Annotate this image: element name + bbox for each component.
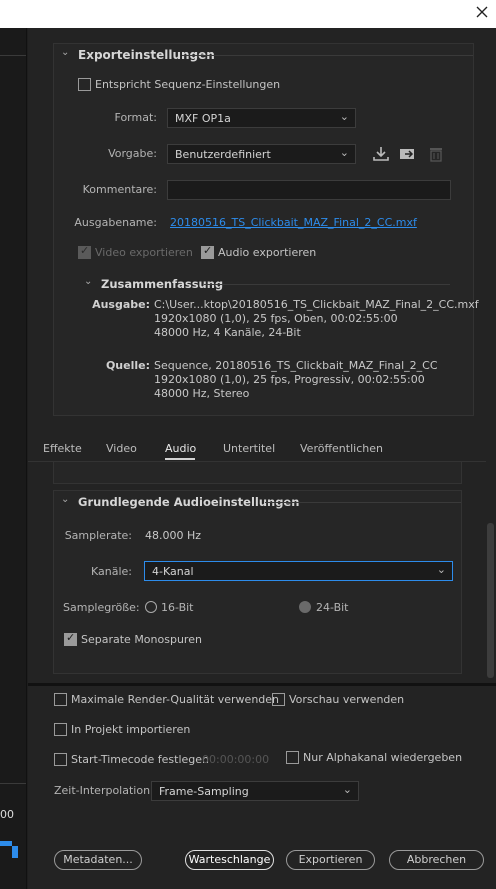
divider xyxy=(204,284,450,285)
queue-button[interactable]: Warteschlange xyxy=(185,850,274,870)
divider xyxy=(182,55,473,56)
import-into-project-label: In Projekt importieren xyxy=(71,723,191,736)
tab-publish[interactable]: Veröffentlichen xyxy=(300,442,383,455)
download-icon xyxy=(373,147,389,161)
background-window-edge: 00 xyxy=(0,28,27,889)
output-name-link[interactable]: 20180516_TS_Clickbait_MAZ_Final_2_CC.mxf xyxy=(170,216,417,229)
collapse-chevron-icon[interactable]: ⌄ xyxy=(61,47,69,58)
render-alpha-only-checkbox[interactable] xyxy=(286,751,299,764)
render-alpha-only-label: Nur Alphakanal wiedergeben xyxy=(303,751,463,764)
export-audio-checkbox[interactable] xyxy=(201,244,214,259)
tab-audio[interactable]: Audio xyxy=(165,442,196,455)
channels-value: 4-Kanal xyxy=(152,565,194,578)
format-value: MXF OP1a xyxy=(175,112,231,125)
separate-mono-label: Separate Monospuren xyxy=(81,633,202,646)
start-timecode-label: Start-Timecode festlegen xyxy=(71,753,210,766)
summary-source-line: Sequence, 20180516_TS_Clickbait_MAZ_Fina… xyxy=(154,359,438,372)
comments-label: Kommentare: xyxy=(82,183,157,196)
scrollbar-thumb[interactable] xyxy=(487,523,494,678)
section-divider xyxy=(28,683,496,686)
max-render-quality-checkbox[interactable] xyxy=(54,693,67,706)
summary-chevron-icon[interactable]: ⌄ xyxy=(84,276,92,287)
match-sequence-label: Entspricht Sequenz-Einstellungen xyxy=(95,78,281,91)
format-label: Format: xyxy=(114,111,157,124)
basic-audio-settings-panel xyxy=(53,490,462,674)
timecode-fragment: 00 xyxy=(0,808,14,821)
channels-label: Kanäle: xyxy=(90,565,132,578)
export-video-checkbox[interactable] xyxy=(78,244,91,259)
import-into-project-checkbox[interactable] xyxy=(54,723,67,736)
playhead-marker xyxy=(12,846,18,858)
preset-label: Vorgabe: xyxy=(108,147,157,160)
save-preset-button[interactable] xyxy=(372,146,390,162)
channels-select[interactable]: 4-Kanal ⌄ xyxy=(144,561,453,581)
comments-input[interactable] xyxy=(167,180,451,200)
tab-captions[interactable]: Untertitel xyxy=(223,442,275,455)
trash-icon xyxy=(430,148,442,162)
playhead-marker xyxy=(0,841,12,846)
sample-size-24-label: 24-Bit xyxy=(316,601,349,614)
output-name-label: Ausgabename: xyxy=(74,216,157,229)
sample-size-16-label: 16-Bit xyxy=(161,601,194,614)
sample-size-16-radio[interactable] xyxy=(145,601,157,613)
import-preset-button[interactable] xyxy=(399,146,417,162)
summary-output-line: 1920x1080 (1,0), 25 fps, Oben, 00:02:55:… xyxy=(154,312,398,325)
summary-output-line: 48000 Hz, 4 Kanäle, 24-Bit xyxy=(154,326,301,339)
divider xyxy=(265,502,461,503)
start-timecode-value[interactable]: 00:00:00:00 xyxy=(202,753,269,766)
summary-output-key: Ausgabe: xyxy=(92,298,150,311)
collapse-chevron-icon[interactable]: ⌄ xyxy=(61,494,69,505)
sample-size-label: Samplegröße: xyxy=(63,601,140,614)
preset-value: Benutzerdefiniert xyxy=(175,148,271,161)
summary-source-line: 48000 Hz, Stereo xyxy=(154,387,250,400)
time-interpolation-value: Frame-Sampling xyxy=(159,785,249,798)
separate-mono-checkbox[interactable] xyxy=(64,631,77,646)
import-icon xyxy=(400,149,414,159)
time-interpolation-select[interactable]: Frame-Sampling ⌄ xyxy=(151,781,359,801)
summary-output-line: C:\User...ktop\20180516_TS_Clickbait_MAZ… xyxy=(154,298,479,311)
divider xyxy=(0,55,26,56)
summary-source-line: 1920x1080 (1,0), 25 fps, Progressiv, 00:… xyxy=(154,373,425,386)
tab-effects[interactable]: Effekte xyxy=(43,442,82,455)
summary-source-key: Quelle: xyxy=(105,359,150,372)
cancel-button[interactable]: Abbrechen xyxy=(389,850,484,870)
title-bar xyxy=(0,0,496,28)
use-previews-checkbox[interactable] xyxy=(272,693,285,706)
start-timecode-checkbox[interactable] xyxy=(54,753,67,766)
chevron-down-icon: ⌄ xyxy=(342,783,352,796)
tab-video[interactable]: Video xyxy=(106,442,137,455)
divider xyxy=(0,783,26,784)
previous-panel-fragment xyxy=(53,462,462,484)
chevron-down-icon: ⌄ xyxy=(339,146,349,159)
export-button[interactable]: Exportieren xyxy=(286,850,375,870)
active-tab-indicator xyxy=(165,458,195,460)
close-icon xyxy=(476,6,488,18)
export-video-label: Video exportieren xyxy=(95,246,193,259)
sample-rate-value: 48.000 Hz xyxy=(145,529,202,542)
time-interpolation-label: Zeit-Interpolation: xyxy=(54,784,154,797)
delete-preset-button[interactable] xyxy=(429,146,443,162)
close-button[interactable] xyxy=(474,4,490,20)
format-select[interactable]: MXF OP1a ⌄ xyxy=(167,108,356,128)
chevron-down-icon: ⌄ xyxy=(339,110,349,123)
max-render-quality-label: Maximale Render-Qualität verwenden xyxy=(71,693,280,706)
sample-rate-label: Samplerate: xyxy=(64,529,132,542)
export-audio-label: Audio exportieren xyxy=(218,246,317,259)
preset-select[interactable]: Benutzerdefiniert ⌄ xyxy=(167,144,356,164)
sample-size-24-radio[interactable] xyxy=(299,601,311,613)
match-sequence-checkbox[interactable] xyxy=(78,78,91,91)
metadata-button[interactable]: Metadaten... xyxy=(54,850,142,870)
use-previews-label: Vorschau verwenden xyxy=(289,693,405,706)
chevron-down-icon: ⌄ xyxy=(436,563,446,576)
